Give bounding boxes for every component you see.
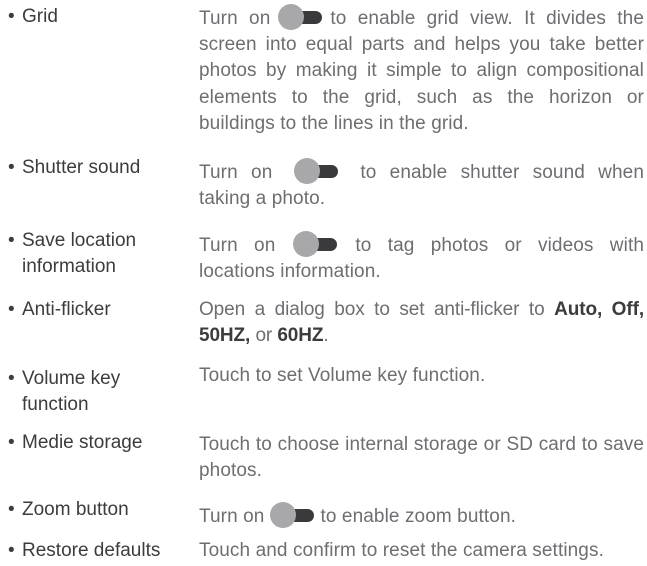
bullet: • [8, 540, 15, 561]
setting-term: • Medie storage [8, 430, 193, 456]
toggle-switch-icon [270, 502, 315, 528]
setting-description: Turn on to enable shutter sound when taki… [199, 158, 644, 212]
setting-term-label: Anti-flicker [22, 299, 111, 320]
setting-term-label: Zoom button [22, 499, 129, 520]
setting-description: Turn on to enable zoom button. [199, 502, 644, 530]
setting-description: Turn on to enable grid view. It divides t… [199, 4, 644, 137]
bullet: • [8, 499, 15, 520]
toggle-switch-icon [294, 158, 339, 184]
bullet: • [8, 432, 15, 453]
setting-description: Open a dialog box to set anti-flicker to… [199, 297, 644, 349]
setting-term: • Save location information [8, 228, 193, 280]
setting-term-label: Shutter sound [22, 157, 141, 178]
desc-text: or [255, 325, 273, 346]
bullet: • [8, 368, 15, 389]
setting-term-label: Medie storage [22, 432, 143, 453]
desc-text: Turn on [199, 506, 265, 527]
setting-term: • Volume key function [8, 366, 193, 418]
desc-text: Open a dialog box to set anti-flicker to [199, 299, 545, 320]
setting-description: Touch to set Volume key function. [199, 365, 486, 386]
setting-term-label: Volume key [22, 368, 121, 389]
bullet: • [8, 6, 15, 27]
desc-text: Turn on [199, 8, 271, 29]
setting-term: • Shutter sound [8, 155, 193, 181]
bullet: • [8, 230, 15, 251]
setting-term: • Grid [8, 4, 193, 30]
bullet: • [8, 299, 15, 320]
setting-description: Touch to choose internal storage or SD c… [199, 434, 644, 481]
desc-text: to enable zoom button. [320, 506, 516, 527]
toggle-switch-icon [293, 231, 338, 257]
option-50hz: 50HZ, [199, 325, 251, 346]
setting-term: • Restore defaults [8, 538, 193, 564]
setting-term: • Zoom button [8, 497, 193, 523]
setting-term-label: Save location [22, 230, 137, 251]
setting-term-label-line2: information [22, 256, 116, 277]
desc-text: . [323, 325, 329, 346]
setting-term: • Anti-flicker [8, 297, 193, 323]
toggle-switch-icon [278, 4, 323, 30]
option-60hz: 60HZ [277, 325, 324, 346]
setting-term-label: Restore defaults [22, 540, 161, 561]
desc-text: Turn on [199, 162, 273, 183]
setting-term-label-line2: function [22, 394, 89, 415]
setting-description: Touch and confirm to reset the camera se… [199, 540, 604, 561]
setting-description: Turn on to tag photos or videos with loca… [199, 231, 644, 285]
bullet: • [8, 157, 15, 178]
option-auto-off: Auto, Off, [554, 299, 644, 320]
setting-term-label: Grid [22, 6, 58, 27]
desc-text: Turn on [199, 235, 276, 256]
